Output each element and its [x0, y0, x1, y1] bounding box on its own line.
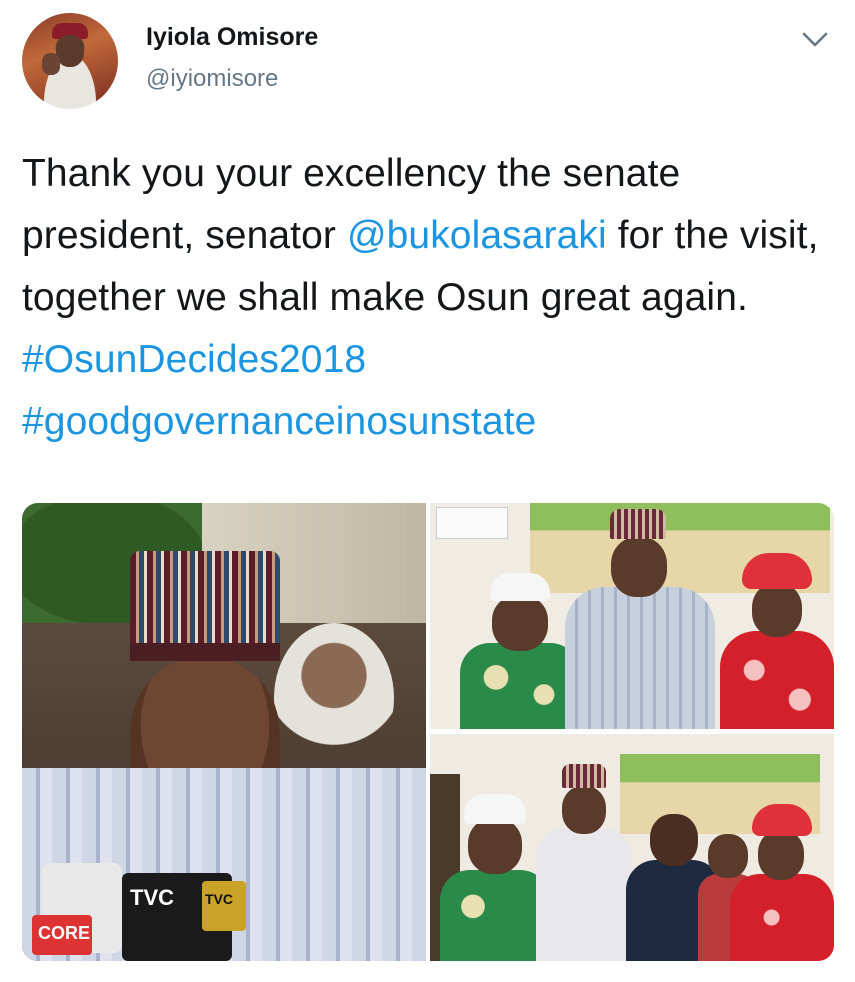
user-handle[interactable]: @iyiomisore [146, 65, 278, 93]
mention-link[interactable]: @bukolasaraki [347, 214, 607, 257]
avatar[interactable] [22, 13, 118, 109]
group-photo-three[interactable] [430, 503, 834, 729]
media-grid: TVC TVC CORE [22, 503, 834, 961]
microphone-tvc-small: TVC [202, 881, 246, 931]
mic-label-tvc-small: TVC [205, 891, 233, 907]
mic-label-tvc: TVC [130, 885, 174, 910]
person-striped-robe [565, 509, 715, 729]
mic-label-core: CORE [38, 923, 91, 943]
group-photo-five[interactable] [430, 734, 834, 961]
photo-air-conditioner [436, 507, 508, 539]
person-red-attire [730, 804, 834, 961]
person-white-robe [536, 764, 632, 961]
microphone-core: CORE [32, 915, 92, 955]
tweet-text: Thank you your excellency the senate pre… [22, 143, 822, 453]
person-green-attire [440, 794, 550, 961]
photo-elder [274, 623, 394, 773]
photo-cap-band [130, 643, 280, 661]
hashtag-link-goodgovernance[interactable]: #goodgovernanceinosunstate [22, 400, 536, 443]
hashtag-link-osundecides[interactable]: #OsunDecides2018 [22, 338, 366, 381]
chevron-down-icon[interactable] [802, 31, 828, 49]
avatar-face [56, 35, 84, 67]
tweet-header: Iyiola Omisore @iyiomisore [22, 13, 834, 113]
avatar-hand [42, 53, 60, 75]
display-name[interactable]: Iyiola Omisore [146, 23, 318, 52]
person-red-attire [720, 553, 834, 729]
press-interview-photo[interactable]: TVC TVC CORE [22, 503, 426, 961]
person-green-attire [460, 573, 580, 729]
